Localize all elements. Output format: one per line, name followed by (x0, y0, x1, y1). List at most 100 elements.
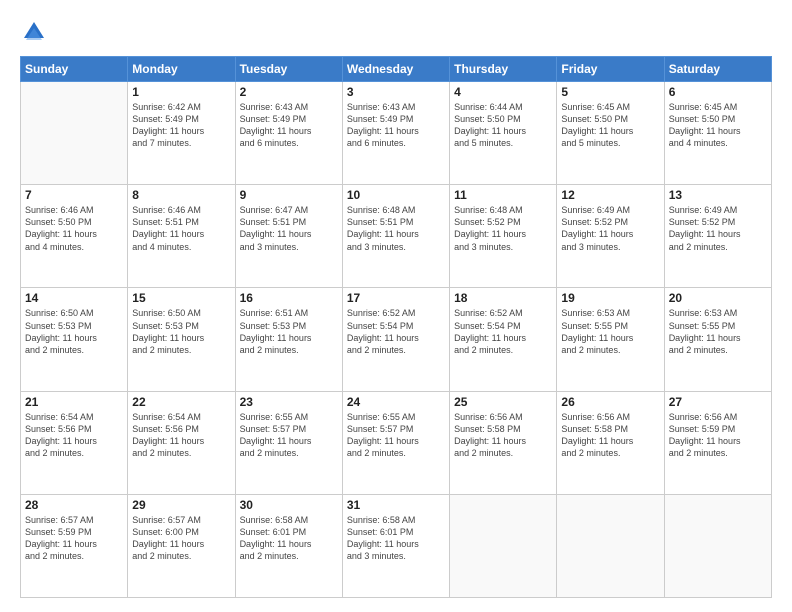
calendar-cell: 18 Sunrise: 6:52 AM Sunset: 5:54 PM Dayli… (450, 288, 557, 391)
day-number: 10 (347, 188, 445, 202)
day-info: Sunrise: 6:42 AM Sunset: 5:49 PM Dayligh… (132, 101, 230, 150)
day-number: 5 (561, 85, 659, 99)
day-info: Sunrise: 6:47 AM Sunset: 5:51 PM Dayligh… (240, 204, 338, 253)
calendar-week-4: 21Sunrise: 6:54 AM Sunset: 5:56 PM Dayli… (21, 391, 772, 494)
day-number: 24 (347, 395, 445, 409)
calendar-cell: 21Sunrise: 6:54 AM Sunset: 5:56 PM Dayli… (21, 391, 128, 494)
calendar-cell: 12Sunrise: 6:49 AM Sunset: 5:52 PM Dayli… (557, 185, 664, 288)
day-number: 13 (669, 188, 767, 202)
calendar-cell: 22Sunrise: 6:54 AM Sunset: 5:56 PM Dayli… (128, 391, 235, 494)
header (20, 18, 772, 46)
day-number: 3 (347, 85, 445, 99)
day-info: Sunrise: 6:56 AM Sunset: 5:59 PM Dayligh… (669, 411, 767, 460)
day-number: 19 (561, 291, 659, 305)
day-number: 17 (347, 291, 445, 305)
day-info: Sunrise: 6:46 AM Sunset: 5:51 PM Dayligh… (132, 204, 230, 253)
day-info: Sunrise: 6:44 AM Sunset: 5:50 PM Dayligh… (454, 101, 552, 150)
calendar-cell: 26Sunrise: 6:56 AM Sunset: 5:58 PM Dayli… (557, 391, 664, 494)
calendar-cell: 10 Sunrise: 6:48 AM Sunset: 5:51 PM Dayli… (342, 185, 449, 288)
day-info: Sunrise: 6:57 AM Sunset: 5:59 PM Dayligh… (25, 514, 123, 563)
day-number: 8 (132, 188, 230, 202)
day-info: Sunrise: 6:58 AM Sunset: 6:01 PM Dayligh… (347, 514, 445, 563)
day-info: Sunrise: 6:50 AM Sunset: 5:53 PM Dayligh… (25, 307, 123, 356)
calendar-cell: 3 Sunrise: 6:43 AM Sunset: 5:49 PM Daylig… (342, 82, 449, 185)
calendar-cell: 27 Sunrise: 6:56 AM Sunset: 5:59 PM Dayli… (664, 391, 771, 494)
day-info: Sunrise: 6:55 AM Sunset: 5:57 PM Dayligh… (240, 411, 338, 460)
day-number: 7 (25, 188, 123, 202)
calendar-cell: 6Sunrise: 6:45 AM Sunset: 5:50 PM Daylig… (664, 82, 771, 185)
calendar-cell: 1Sunrise: 6:42 AM Sunset: 5:49 PM Daylig… (128, 82, 235, 185)
day-info: Sunrise: 6:43 AM Sunset: 5:49 PM Dayligh… (347, 101, 445, 150)
day-info: Sunrise: 6:55 AM Sunset: 5:57 PM Dayligh… (347, 411, 445, 460)
calendar-cell: 8 Sunrise: 6:46 AM Sunset: 5:51 PM Daylig… (128, 185, 235, 288)
calendar-cell: 9 Sunrise: 6:47 AM Sunset: 5:51 PM Daylig… (235, 185, 342, 288)
calendar-week-2: 7Sunrise: 6:46 AM Sunset: 5:50 PM Daylig… (21, 185, 772, 288)
day-info: Sunrise: 6:57 AM Sunset: 6:00 PM Dayligh… (132, 514, 230, 563)
day-number: 9 (240, 188, 338, 202)
weekday-header-wednesday: Wednesday (342, 57, 449, 82)
calendar-cell: 13 Sunrise: 6:49 AM Sunset: 5:52 PM Dayli… (664, 185, 771, 288)
calendar-cell: 25 Sunrise: 6:56 AM Sunset: 5:58 PM Dayli… (450, 391, 557, 494)
day-info: Sunrise: 6:53 AM Sunset: 5:55 PM Dayligh… (561, 307, 659, 356)
day-info: Sunrise: 6:54 AM Sunset: 5:56 PM Dayligh… (132, 411, 230, 460)
weekday-header-tuesday: Tuesday (235, 57, 342, 82)
calendar-cell: 28 Sunrise: 6:57 AM Sunset: 5:59 PM Dayli… (21, 494, 128, 597)
day-info: Sunrise: 6:45 AM Sunset: 5:50 PM Dayligh… (561, 101, 659, 150)
day-info: Sunrise: 6:49 AM Sunset: 5:52 PM Dayligh… (561, 204, 659, 253)
weekday-header-sunday: Sunday (21, 57, 128, 82)
calendar-cell: 7Sunrise: 6:46 AM Sunset: 5:50 PM Daylig… (21, 185, 128, 288)
calendar-cell: 23 Sunrise: 6:55 AM Sunset: 5:57 PM Dayli… (235, 391, 342, 494)
day-info: Sunrise: 6:52 AM Sunset: 5:54 PM Dayligh… (347, 307, 445, 356)
day-info: Sunrise: 6:49 AM Sunset: 5:52 PM Dayligh… (669, 204, 767, 253)
day-info: Sunrise: 6:56 AM Sunset: 5:58 PM Dayligh… (561, 411, 659, 460)
day-info: Sunrise: 6:51 AM Sunset: 5:53 PM Dayligh… (240, 307, 338, 356)
day-info: Sunrise: 6:53 AM Sunset: 5:55 PM Dayligh… (669, 307, 767, 356)
day-number: 6 (669, 85, 767, 99)
calendar-cell: 11Sunrise: 6:48 AM Sunset: 5:52 PM Dayli… (450, 185, 557, 288)
calendar-cell (21, 82, 128, 185)
calendar-week-1: 1Sunrise: 6:42 AM Sunset: 5:49 PM Daylig… (21, 82, 772, 185)
day-number: 11 (454, 188, 552, 202)
day-info: Sunrise: 6:58 AM Sunset: 6:01 PM Dayligh… (240, 514, 338, 563)
logo-icon (20, 18, 48, 46)
day-number: 29 (132, 498, 230, 512)
weekday-header-row: SundayMondayTuesdayWednesdayThursdayFrid… (21, 57, 772, 82)
day-number: 20 (669, 291, 767, 305)
day-number: 27 (669, 395, 767, 409)
day-number: 31 (347, 498, 445, 512)
weekday-header-thursday: Thursday (450, 57, 557, 82)
calendar-cell: 24 Sunrise: 6:55 AM Sunset: 5:57 PM Dayli… (342, 391, 449, 494)
day-number: 18 (454, 291, 552, 305)
calendar-cell: 29 Sunrise: 6:57 AM Sunset: 6:00 PM Dayli… (128, 494, 235, 597)
calendar-cell (557, 494, 664, 597)
calendar-cell: 5 Sunrise: 6:45 AM Sunset: 5:50 PM Daylig… (557, 82, 664, 185)
calendar-cell: 2 Sunrise: 6:43 AM Sunset: 5:49 PM Daylig… (235, 82, 342, 185)
calendar-cell: 17 Sunrise: 6:52 AM Sunset: 5:54 PM Dayli… (342, 288, 449, 391)
calendar-week-3: 14 Sunrise: 6:50 AM Sunset: 5:53 PM Dayli… (21, 288, 772, 391)
day-info: Sunrise: 6:43 AM Sunset: 5:49 PM Dayligh… (240, 101, 338, 150)
day-number: 4 (454, 85, 552, 99)
calendar-cell (450, 494, 557, 597)
day-number: 15 (132, 291, 230, 305)
day-info: Sunrise: 6:56 AM Sunset: 5:58 PM Dayligh… (454, 411, 552, 460)
weekday-header-friday: Friday (557, 57, 664, 82)
day-number: 16 (240, 291, 338, 305)
calendar-cell: 16 Sunrise: 6:51 AM Sunset: 5:53 PM Dayli… (235, 288, 342, 391)
calendar-table: SundayMondayTuesdayWednesdayThursdayFrid… (20, 56, 772, 598)
weekday-header-saturday: Saturday (664, 57, 771, 82)
day-number: 23 (240, 395, 338, 409)
calendar-cell: 20 Sunrise: 6:53 AM Sunset: 5:55 PM Dayli… (664, 288, 771, 391)
logo (20, 18, 52, 46)
page: SundayMondayTuesdayWednesdayThursdayFrid… (0, 0, 792, 612)
day-number: 14 (25, 291, 123, 305)
day-info: Sunrise: 6:52 AM Sunset: 5:54 PM Dayligh… (454, 307, 552, 356)
day-number: 28 (25, 498, 123, 512)
day-number: 25 (454, 395, 552, 409)
day-number: 30 (240, 498, 338, 512)
calendar-cell: 30 Sunrise: 6:58 AM Sunset: 6:01 PM Dayli… (235, 494, 342, 597)
calendar-cell: 15 Sunrise: 6:50 AM Sunset: 5:53 PM Dayli… (128, 288, 235, 391)
day-number: 2 (240, 85, 338, 99)
calendar-cell: 4 Sunrise: 6:44 AM Sunset: 5:50 PM Daylig… (450, 82, 557, 185)
day-info: Sunrise: 6:50 AM Sunset: 5:53 PM Dayligh… (132, 307, 230, 356)
day-info: Sunrise: 6:48 AM Sunset: 5:51 PM Dayligh… (347, 204, 445, 253)
